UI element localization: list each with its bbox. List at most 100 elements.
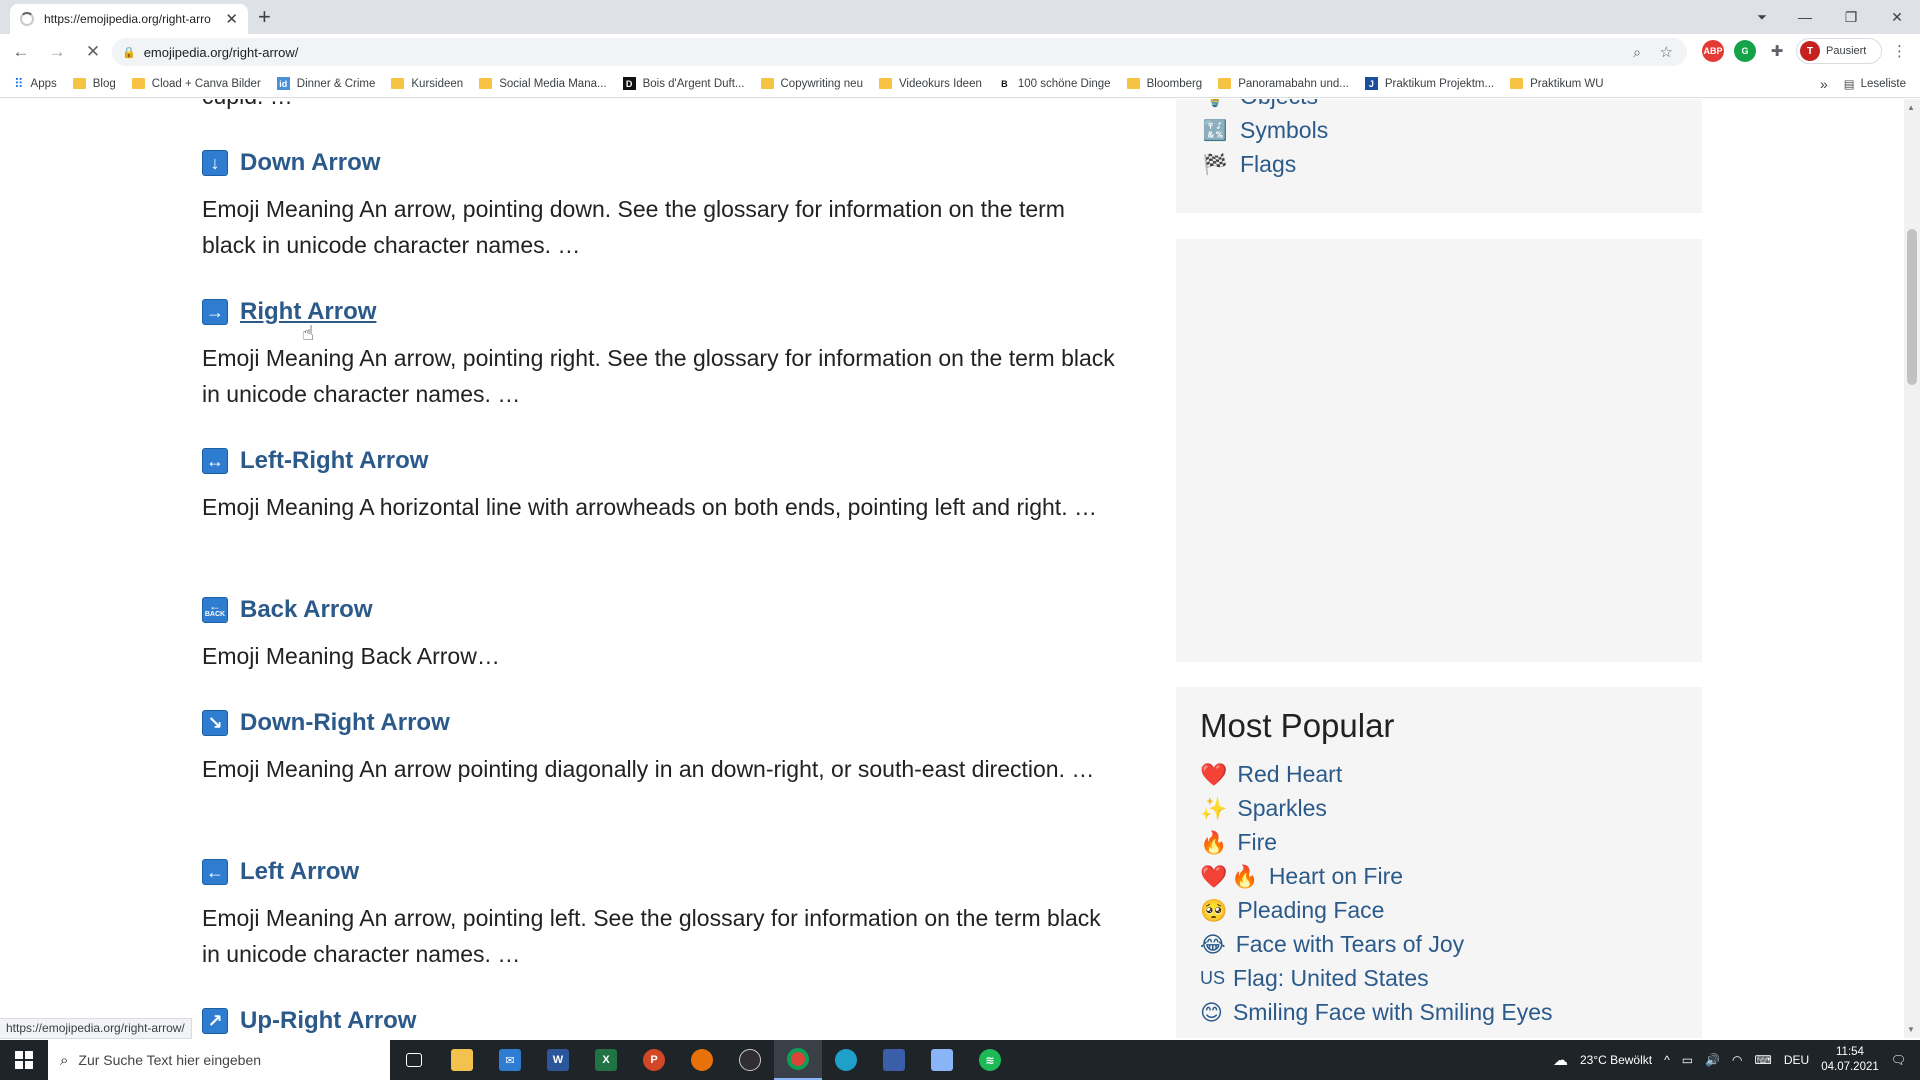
extensions-puzzle-icon[interactable]: ✚ — [1766, 40, 1788, 62]
zoom-icon[interactable]: ⌕ — [1633, 44, 1641, 61]
word-button[interactable]: W — [534, 1040, 582, 1080]
category-link-flags[interactable]: 🏁 Flags — [1202, 151, 1297, 178]
forward-arrow-icon[interactable]: → — [42, 42, 72, 62]
mail-button[interactable]: ✉ — [486, 1040, 534, 1080]
scroll-down-icon[interactable]: ▼ — [1907, 1025, 1915, 1034]
result-title[interactable]: Left Arrow — [240, 858, 359, 886]
result-title[interactable]: Down-Right Arrow — [240, 709, 450, 737]
category-label[interactable]: Flags — [1240, 151, 1296, 178]
tray-expand-icon[interactable]: ^ — [1664, 1053, 1670, 1067]
lock-icon[interactable]: 🔒 — [122, 46, 136, 59]
popular-label[interactable]: Pleading Face — [1237, 897, 1384, 924]
popular-link-pleading-face[interactable]: 🥺 Pleading Face — [1200, 897, 1384, 924]
language-indicator[interactable]: DEU — [1784, 1053, 1809, 1067]
bookmark-item[interactable]: J Praktikum Projektm... — [1364, 77, 1494, 90]
category-link-objects[interactable]: 💡 Objects — [1202, 99, 1318, 110]
result-title[interactable]: Left-Right Arrow — [240, 447, 428, 475]
popular-link-flag-us[interactable]: US Flag: United States — [1200, 965, 1429, 992]
reading-list-icon[interactable]: ▤ — [1844, 77, 1855, 91]
keyboard-icon[interactable]: ⌨ — [1755, 1053, 1772, 1067]
bookmark-item[interactable]: Social Media Mana... — [479, 78, 607, 90]
bookmark-label[interactable]: Bois d'Argent Duft... — [643, 78, 745, 90]
bookmark-label[interactable]: Cload + Canva Bilder — [152, 78, 261, 90]
bookmark-item[interactable]: Praktikum WU — [1510, 78, 1604, 90]
obs-button[interactable] — [726, 1040, 774, 1080]
bookmark-item[interactable]: id Dinner & Crime — [276, 77, 376, 90]
address-url[interactable]: emojipedia.org/right-arrow/ — [144, 45, 299, 60]
taskbar-search-box[interactable]: ⌕ Zur Suche Text hier eingeben — [48, 1040, 390, 1080]
bookmark-label[interactable]: 100 schöne Dinge — [1018, 78, 1111, 90]
reading-list-button[interactable]: Leseliste — [1861, 78, 1906, 90]
file-explorer-button[interactable] — [438, 1040, 486, 1080]
new-tab-button[interactable]: + — [258, 4, 271, 30]
tab-close-icon[interactable]: ✕ — [225, 10, 238, 28]
clock[interactable]: 11:54 04.07.2021 — [1821, 1045, 1879, 1075]
result-title-link[interactable]: ↔ Left-Right Arrow — [202, 447, 1117, 475]
app2-button[interactable] — [870, 1040, 918, 1080]
bookmark-label[interactable]: Videokurs Ideen — [899, 78, 982, 90]
popular-label[interactable]: Fire — [1237, 829, 1277, 856]
app-button[interactable] — [678, 1040, 726, 1080]
popular-label[interactable]: Red Heart — [1237, 761, 1342, 788]
bookmark-item[interactable]: B 100 schöne Dinge — [997, 77, 1111, 90]
bookmark-item[interactable]: Panoramabahn und... — [1218, 78, 1349, 90]
notepad-button[interactable] — [918, 1040, 966, 1080]
popular-link-tears-of-joy[interactable]: 😂 Face with Tears of Joy — [1200, 931, 1464, 958]
task-view-button[interactable] — [390, 1040, 438, 1080]
category-label[interactable]: Symbols — [1240, 117, 1328, 144]
popular-link-fire[interactable]: 🔥 Fire — [1200, 829, 1277, 856]
bookmark-star-icon[interactable]: ☆ — [1660, 43, 1673, 61]
bookmark-item[interactable]: Cload + Canva Bilder — [131, 78, 261, 90]
powerpoint-button[interactable]: P — [630, 1040, 678, 1080]
adblock-extension-icon[interactable]: ABP — [1702, 40, 1724, 62]
start-button[interactable] — [0, 1040, 48, 1080]
volume-icon[interactable]: 🔊 — [1705, 1053, 1720, 1067]
result-title[interactable]: Down Arrow — [240, 149, 380, 177]
bookmark-item[interactable]: Kursideen — [391, 78, 463, 90]
result-title[interactable]: Up-Right Arrow — [240, 1007, 416, 1035]
excel-button[interactable]: X — [582, 1040, 630, 1080]
stop-loading-icon[interactable]: ✕ — [78, 42, 108, 62]
result-title-link[interactable]: ↘ Down-Right Arrow — [202, 709, 1117, 737]
category-link-symbols[interactable]: 🔣 Symbols — [1202, 117, 1329, 144]
edge-button[interactable] — [822, 1040, 870, 1080]
wifi-icon[interactable]: ◠ — [1732, 1053, 1742, 1067]
bookmark-label[interactable]: Kursideen — [411, 78, 463, 90]
restore-icon[interactable]: ❐ — [1828, 9, 1874, 26]
battery-icon[interactable]: ▭ — [1682, 1053, 1693, 1067]
chrome-button[interactable] — [774, 1040, 822, 1080]
weather-status[interactable]: 23°C Bewölkt — [1580, 1053, 1652, 1067]
browser-menu-icon[interactable]: ⋮ — [1892, 42, 1907, 60]
bookmark-item[interactable]: Videokurs Ideen — [878, 78, 982, 90]
result-title-link[interactable]: ← BACK Back Arrow — [202, 596, 1117, 624]
more-bookmarks-icon[interactable]: » — [1820, 76, 1828, 92]
result-title[interactable]: Back Arrow — [240, 596, 373, 624]
bookmark-item[interactable]: D Bois d'Argent Duft... — [622, 77, 745, 90]
popular-label[interactable]: Sparkles — [1237, 795, 1326, 822]
popular-label[interactable]: Smiling Face with Smiling Eyes — [1233, 999, 1553, 1026]
scrollbar-thumb[interactable] — [1907, 229, 1917, 385]
bookmark-label[interactable]: Praktikum Projektm... — [1385, 78, 1494, 90]
result-title-link[interactable]: ↗ Up-Right Arrow — [202, 1007, 416, 1035]
notifications-icon[interactable]: 🗨 — [1891, 1053, 1906, 1067]
back-arrow-icon[interactable]: ← — [6, 42, 36, 62]
bookmark-item[interactable]: Blog — [72, 78, 116, 90]
minimize-icon[interactable]: — — [1782, 9, 1828, 25]
browser-tab-active[interactable]: https://emojipedia.org/right-arro ✕ — [10, 4, 248, 34]
popular-link-smiling-face[interactable]: 😊 Smiling Face with Smiling Eyes — [1200, 999, 1553, 1026]
result-title-link[interactable]: ← Left Arrow — [202, 858, 1117, 886]
scroll-up-icon[interactable]: ▲ — [1907, 103, 1915, 112]
address-bar[interactable]: 🔒 emojipedia.org/right-arrow/ ⌕ ☆ — [112, 38, 1687, 66]
bookmark-label[interactable]: Apps — [31, 78, 57, 90]
bookmark-item[interactable]: Copywriting neu — [760, 78, 863, 90]
tab-search-icon[interactable]: ⏷ — [1742, 10, 1782, 25]
profile-button[interactable]: T Pausiert — [1796, 38, 1882, 64]
bookmark-label[interactable]: Copywriting neu — [781, 78, 863, 90]
bookmark-label[interactable]: Social Media Mana... — [499, 78, 606, 90]
bookmark-item[interactable]: ⠿ Apps — [14, 76, 57, 92]
page-scrollbar[interactable]: ▲ ▼ — [1904, 99, 1920, 1038]
bookmark-label[interactable]: Dinner & Crime — [297, 78, 376, 90]
bookmark-label[interactable]: Panoramabahn und... — [1238, 78, 1349, 90]
category-label[interactable]: Objects — [1240, 99, 1318, 110]
spotify-button[interactable]: ≋ — [966, 1040, 1014, 1080]
